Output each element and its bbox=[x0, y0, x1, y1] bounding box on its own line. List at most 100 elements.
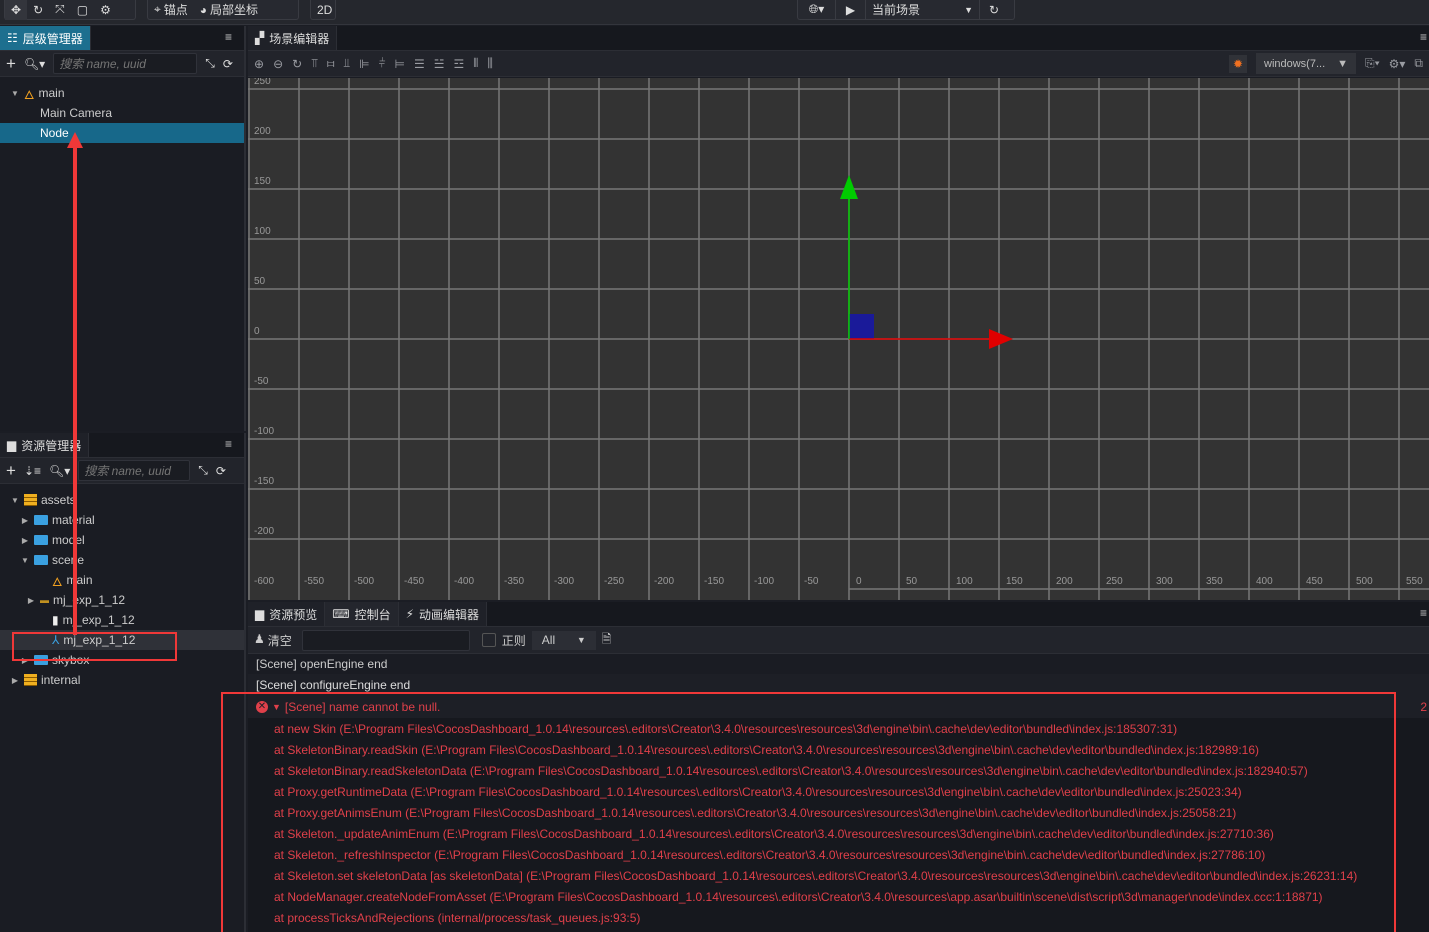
refresh-button[interactable]: ↻ bbox=[980, 0, 1008, 20]
caret-icon[interactable]: ▶ bbox=[10, 676, 20, 685]
align-bottom-icon[interactable]: ⫫ bbox=[343, 56, 350, 71]
x-tick-label: 400 bbox=[1256, 576, 1273, 587]
platform-globe-button[interactable]: 🌐︎▾ bbox=[798, 0, 836, 20]
add-button[interactable]: + bbox=[6, 54, 16, 74]
tab-animation-editor[interactable]: ⚡︎ 动画编辑器 bbox=[398, 602, 488, 626]
mode-2d-button[interactable]: 2D bbox=[310, 0, 336, 20]
pivot-tools: ⌖ 锚点 ◕ 局部坐标 bbox=[147, 0, 299, 20]
scene-editor-icon: ▞ bbox=[255, 31, 265, 45]
y-tick-label: 150 bbox=[254, 176, 271, 187]
console-filter-input[interactable] bbox=[301, 629, 470, 651]
align-top-icon[interactable]: ⫪ bbox=[311, 56, 318, 71]
x-tick-label: 550 bbox=[1406, 576, 1423, 587]
y-tick-label: 200 bbox=[254, 126, 271, 137]
chevron-down-icon: ▼ bbox=[576, 635, 586, 645]
menu-icon[interactable]: ≡ bbox=[213, 433, 244, 457]
clear-button[interactable]: ♟ 清空 bbox=[254, 632, 292, 649]
y-tick-label: -150 bbox=[254, 476, 274, 487]
camera-icon[interactable]: ⎘▾ bbox=[1365, 56, 1380, 71]
x-tick-label: -300 bbox=[554, 576, 574, 587]
tree-item-node[interactable]: Node bbox=[0, 123, 244, 143]
platform-select[interactable]: windows(7... ▼ bbox=[1256, 53, 1356, 74]
refresh-icon[interactable]: ⟳ bbox=[216, 464, 226, 478]
anchor-button[interactable]: ⌖ 锚点 bbox=[148, 0, 194, 20]
broom-icon: ♟ bbox=[254, 631, 265, 646]
caret-icon[interactable]: ▶ bbox=[20, 516, 30, 525]
tab-scene-editor[interactable]: ▞ 场景编辑器 bbox=[248, 26, 338, 50]
regex-checkbox[interactable] bbox=[481, 633, 496, 647]
y-tick-label: 100 bbox=[254, 226, 271, 237]
globe-half-icon: ◕ bbox=[199, 2, 208, 17]
scene-viewport[interactable]: -600 -550 -500 -450 -400 -350 -300 -250 -200 -150… bbox=[248, 78, 1429, 600]
caret-down-icon[interactable]: ▼ bbox=[10, 89, 20, 98]
add-button[interactable]: + bbox=[6, 461, 16, 481]
collapse-icon[interactable]: ⤡ bbox=[205, 56, 215, 71]
refresh-icon[interactable]: ⟳ bbox=[223, 57, 233, 71]
x-tick-label: 200 bbox=[1056, 576, 1073, 587]
caret-icon[interactable]: ▶ bbox=[20, 536, 30, 545]
gear-tool-button[interactable]: ⚙ bbox=[94, 0, 117, 20]
animation-icon: ⚡︎ bbox=[405, 607, 415, 621]
menu-icon[interactable]: ≡ bbox=[213, 26, 244, 50]
tree-item-model[interactable]: ▶ model bbox=[0, 530, 244, 550]
local-coord-button[interactable]: ◕ 局部坐标 bbox=[194, 0, 264, 20]
x-tick-label: -600 bbox=[254, 576, 274, 587]
gizmo-z-handle[interactable] bbox=[849, 314, 874, 339]
hierarchy-search-input[interactable] bbox=[53, 53, 198, 74]
distribute-left-icon[interactable]: ⫴ bbox=[473, 56, 478, 71]
menu-icon[interactable]: ≡ bbox=[1418, 602, 1429, 626]
align-left-icon[interactable]: ⊫ bbox=[359, 57, 369, 71]
tab-hierarchy[interactable]: ☷ 层级管理器 bbox=[0, 26, 91, 50]
x-tick-label: -500 bbox=[354, 576, 374, 587]
rect-tool-button[interactable]: ▢ bbox=[71, 0, 94, 20]
tab-console[interactable]: ⌨︎ 控制台 bbox=[325, 602, 399, 626]
tree-item-internal[interactable]: ▶ internal bbox=[0, 670, 244, 690]
caret-icon[interactable]: ▶ bbox=[26, 596, 36, 605]
log-level-select[interactable]: All ▼ bbox=[531, 630, 596, 650]
spine-atlas-icon: ▬ bbox=[40, 595, 49, 605]
move-tool-button[interactable]: ✥ bbox=[5, 0, 28, 20]
align-vcenter-icon[interactable]: ⧦ bbox=[327, 56, 334, 71]
x-tick-label: -350 bbox=[504, 576, 524, 587]
distribute-vcenter-icon[interactable]: ☱ bbox=[434, 57, 445, 71]
tree-item-mj_exp_1_12[interactable]: ▮ mj_exp_1_12 bbox=[0, 610, 244, 630]
tree-item-main[interactable]: ▼ 🜂︎ main bbox=[0, 83, 244, 103]
align-right-icon[interactable]: ⊨ bbox=[395, 57, 405, 71]
tree-item-material[interactable]: ▶material bbox=[0, 510, 244, 530]
caret-icon[interactable]: ▼ bbox=[20, 556, 30, 565]
maximize-icon[interactable]: ⧉ bbox=[1414, 56, 1423, 71]
x-tick-label: 500 bbox=[1356, 576, 1373, 587]
reset-view-icon[interactable]: ↻ bbox=[292, 57, 302, 71]
distribute-top-icon[interactable]: ☰ bbox=[414, 57, 425, 71]
annotation-box-error bbox=[221, 692, 1396, 932]
distribute-right-icon[interactable]: ⫼ bbox=[487, 56, 493, 71]
menu-icon[interactable]: ≡ bbox=[1418, 26, 1429, 50]
zoom-out-icon[interactable]: ⊖ bbox=[273, 57, 283, 71]
rotate-tool-button[interactable]: ↻ bbox=[27, 0, 49, 20]
distribute-bottom-icon[interactable]: ☲ bbox=[454, 57, 465, 71]
y-tick-label: -50 bbox=[254, 376, 269, 387]
open-log-file-icon[interactable]: 🗎︎ bbox=[602, 630, 612, 651]
tree-item-main-camera[interactable]: Main Camera bbox=[0, 103, 244, 123]
scale-tool-button[interactable]: ⤧ bbox=[49, 0, 71, 20]
collapse-icon[interactable]: ⤡ bbox=[198, 463, 208, 478]
search-type-button[interactable]: 🔍︎▾ bbox=[49, 464, 70, 478]
zoom-in-icon[interactable]: ⊕ bbox=[254, 57, 264, 71]
scene-select[interactable]: 当前场景 ▼ bbox=[866, 0, 980, 20]
caret-icon[interactable]: ▼ bbox=[10, 496, 20, 505]
align-hcenter-icon[interactable]: ⫩ bbox=[379, 56, 386, 71]
sort-button[interactable]: ⇣≡ bbox=[24, 464, 41, 478]
x-tick-label: 450 bbox=[1306, 576, 1323, 587]
tab-asset-preview[interactable]: ▆ 资源预览 bbox=[248, 602, 326, 626]
tree-item-assets[interactable]: ▼ assets bbox=[0, 490, 244, 510]
play-button[interactable]: ▶ bbox=[836, 0, 866, 20]
tree-item-mj_exp_1_12[interactable]: ▶ ▬ mj_exp_1_12 bbox=[0, 590, 244, 610]
light-toggle-icon[interactable]: ✹ bbox=[1228, 54, 1247, 73]
x-tick-label: -450 bbox=[404, 576, 424, 587]
tree-item-scene[interactable]: ▼ scene bbox=[0, 550, 244, 570]
database-icon bbox=[24, 494, 37, 506]
search-type-button[interactable]: 🔍︎▾ bbox=[24, 57, 45, 71]
tree-item-main[interactable]: 🜂︎ main bbox=[0, 570, 244, 590]
assets-search-input[interactable] bbox=[78, 460, 191, 481]
settings-icon[interactable]: ⚙▾ bbox=[1389, 57, 1406, 71]
